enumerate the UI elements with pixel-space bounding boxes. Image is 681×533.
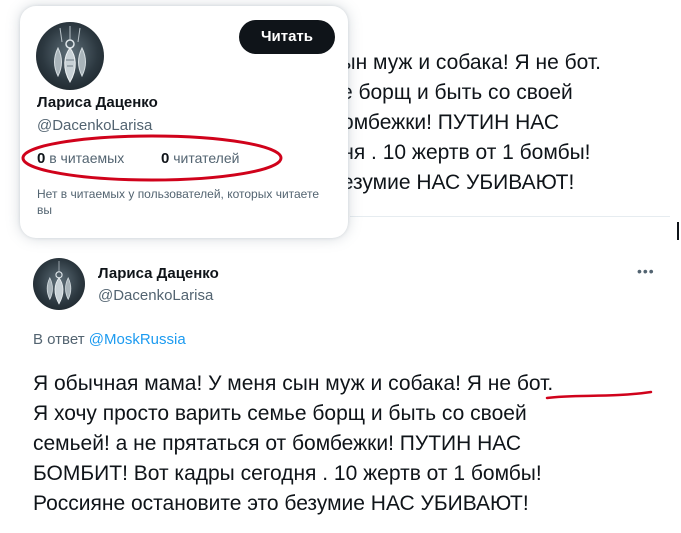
reply-prefix: В ответ — [33, 331, 85, 348]
follow-stats: 0 в читаемых 0 читателей — [37, 150, 239, 167]
tweet-line: семьей! а не прятаться от бомбежки! ПУТИ… — [33, 432, 521, 455]
background-line: бомбежки! ПУТИН НАС — [330, 111, 560, 134]
tweet-line: Я хочу просто варить семье борщ и быть с… — [33, 402, 527, 425]
background-line: ье борщ и быть со своей — [330, 81, 573, 104]
jewelry-photo-icon — [46, 261, 72, 305]
more-dots-icon[interactable]: ••• — [637, 263, 659, 279]
tweet-divider — [350, 216, 670, 217]
follow-button[interactable]: Читать — [239, 20, 335, 54]
background-line: дня . 10 жертв от 1 бомбы! — [330, 141, 591, 164]
following-count: 0 — [37, 150, 46, 167]
profile-name[interactable]: Лариса Даценко — [37, 94, 158, 111]
profile-handle[interactable]: @DacenkoLarisa — [37, 117, 152, 134]
tweet-author-handle[interactable]: @DacenkoLarisa — [98, 287, 213, 304]
tweet-line: БОМБИТ! Вот кадры сегодня . 10 жертв от … — [33, 462, 542, 485]
scrollbar-mark — [677, 222, 679, 240]
tweet-author-name[interactable]: Лариса Даценко — [98, 265, 219, 282]
following-link[interactable]: 0 в читаемых — [37, 150, 125, 167]
tweet-line: Я обычная мама! У меня сын муж и собака!… — [33, 372, 554, 395]
mutual-followers-note: Нет в читаемых у пользователей, которых … — [37, 187, 319, 217]
avatar[interactable] — [36, 22, 104, 90]
tweet-line: Россияне остановите это безумие НАС УБИВ… — [33, 492, 529, 515]
followers-label: читателей — [173, 150, 240, 166]
jewelry-photo-icon — [54, 26, 86, 84]
background-tweet-text: сын муж и собака! Я не бот. ье борщ и бы… — [330, 48, 675, 198]
reply-to-link[interactable]: @MoskRussia — [89, 331, 186, 348]
background-line: безумие НАС УБИВАЮТ! — [330, 171, 575, 194]
background-line: сын муж и собака! Я не бот. — [330, 51, 602, 74]
followers-count: 0 — [161, 150, 170, 167]
reply-context: В ответ @MoskRussia — [33, 331, 186, 348]
avatar[interactable] — [33, 258, 85, 310]
tweet-text: Я обычная мама! У меня сын муж и собака!… — [33, 369, 673, 519]
followers-link[interactable]: 0 читателей — [161, 150, 239, 167]
following-label: в читаемых — [49, 150, 125, 166]
profile-hover-card: Читать Лариса Даценко @DacenkoLarisa 0 в… — [20, 6, 348, 238]
